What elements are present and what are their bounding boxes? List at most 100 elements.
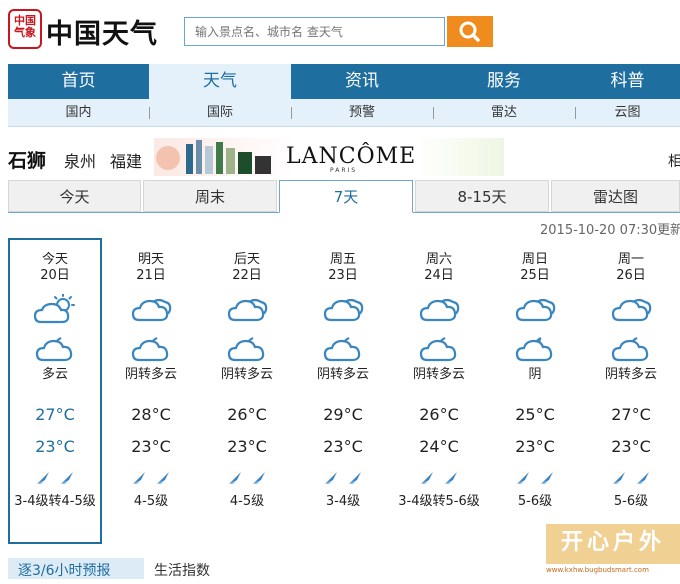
tab-life-index[interactable]: 生活指数: [154, 558, 210, 584]
temp-high: 26°C: [227, 405, 267, 424]
temp-high: 26°C: [419, 405, 459, 424]
day-name: 周五: [329, 252, 356, 267]
tab-7days[interactable]: 7天: [279, 180, 413, 213]
nav-service[interactable]: 服务: [433, 64, 575, 99]
temp-high: 29°C: [323, 405, 363, 424]
day-name: 周日: [521, 252, 548, 267]
cloudy-night-icon: [391, 326, 487, 366]
wind-direction-icon: [199, 470, 295, 488]
day-date: 21日: [136, 268, 166, 283]
tab-radar-map[interactable]: 雷达图: [551, 180, 680, 212]
weather-text: 阴转多云: [412, 367, 465, 382]
forecast-day[interactable]: 后天 22日阴转多云 26°C 23°C 4-5级: [199, 252, 295, 510]
weather-text: 阴: [528, 367, 542, 382]
cloud-icon: [391, 284, 487, 326]
tab-8-15days[interactable]: 8-15天: [415, 180, 549, 212]
overcast-night-icon: [487, 326, 583, 366]
site-logo-text[interactable]: 中国天气: [46, 12, 158, 51]
day-date: 24日: [424, 268, 454, 283]
day-name: 后天: [233, 252, 260, 267]
temp-low: 23°C: [131, 437, 171, 456]
wind-level: 5-6级: [613, 494, 649, 509]
nav-science[interactable]: 科普: [575, 64, 680, 99]
cloud-icon: [103, 284, 199, 326]
day-name: 今天: [41, 252, 68, 267]
subnav-warning[interactable]: 预警: [291, 99, 433, 127]
temp-low: 23°C: [515, 437, 555, 456]
cloud-icon: [295, 284, 391, 326]
temp-low: 24°C: [419, 437, 459, 456]
cloudy-night-icon: [7, 326, 103, 366]
tab-weekend[interactable]: 周末: [143, 180, 277, 212]
forecast-day[interactable]: 今天 20日多云 27°C 23°C 3-4级转4-5级: [7, 252, 103, 510]
temp-high: 25°C: [515, 405, 555, 424]
wind-level: 3-4级转5-6级: [398, 494, 480, 509]
logo-seal-icon[interactable]: 中国气象: [8, 9, 42, 49]
wind-direction-icon: [7, 470, 103, 488]
forecast-day[interactable]: 明天 21日阴转多云 28°C 23°C 4-5级: [103, 252, 199, 510]
day-date: 26日: [616, 268, 646, 283]
update-time: 2015-10-20 07:30更新: [540, 223, 680, 238]
day-date: 25日: [520, 268, 550, 283]
forecast-day[interactable]: 周五 23日阴转多云 29°C 23°C 3-4级: [295, 252, 391, 510]
weather-text: 阴转多云: [220, 367, 273, 382]
sub-nav: 国内 国际 预警 雷达 云图: [8, 99, 680, 127]
wind-direction-icon: [103, 470, 199, 488]
subnav-domestic[interactable]: 国内: [8, 99, 149, 127]
nav-news[interactable]: 资讯: [291, 64, 433, 99]
wind-direction-icon: [583, 470, 679, 488]
temp-low: 23°C: [611, 437, 651, 456]
city-name: 石狮: [8, 150, 47, 172]
main-nav: 首页 天气 资讯 服务 科普: [8, 64, 680, 99]
wind-direction-icon: [487, 470, 583, 488]
day-date: 20日: [40, 268, 70, 283]
weather-text: 阴转多云: [316, 367, 369, 382]
forecast-day[interactable]: 周一 26日阴转多云 27°C 23°C 5-6级: [583, 252, 679, 510]
wind-level: 5-6级: [517, 494, 553, 509]
cloudy-night-icon: [103, 326, 199, 366]
tab-today[interactable]: 今天: [8, 180, 141, 212]
ad-brand-text: LANCÔME: [286, 144, 417, 169]
day-name: 明天: [137, 252, 164, 267]
temp-high: 27°C: [611, 405, 651, 424]
day-name: 周六: [425, 252, 452, 267]
nav-home[interactable]: 首页: [8, 64, 149, 99]
subnav-international[interactable]: 国际: [149, 99, 291, 127]
subnav-cloud-map[interactable]: 云图: [575, 99, 680, 127]
location-link-fujian[interactable]: 福建: [110, 148, 142, 172]
tab-hourly-forecast[interactable]: 逐3/6小时预报: [8, 558, 144, 579]
cosmetics-product-image: [156, 140, 271, 174]
day-date: 23日: [328, 268, 358, 283]
wind-level: 4-5级: [229, 494, 265, 509]
search-input[interactable]: [184, 17, 445, 46]
location-link-quanzhou[interactable]: 泉州: [64, 148, 96, 172]
wind-direction-icon: [391, 470, 487, 488]
cloudy-night-icon: [295, 326, 391, 366]
cloud-icon: [583, 284, 679, 326]
temp-low: 23°C: [35, 437, 75, 456]
wind-level: 3-4级转4-5级: [14, 494, 96, 509]
watermark-url: www.kxhw.bugbudsmart.com: [546, 566, 649, 574]
search-button[interactable]: [447, 16, 493, 47]
weather-text: 阴转多云: [604, 367, 657, 382]
temp-low: 23°C: [323, 437, 363, 456]
cloudy-night-icon: [199, 326, 295, 366]
day-date: 22日: [232, 268, 262, 283]
temp-high: 27°C: [35, 405, 75, 424]
temp-low: 23°C: [227, 437, 267, 456]
weather-text: 阴转多云: [124, 367, 177, 382]
temp-high: 28°C: [131, 405, 171, 424]
wind-level: 3-4级: [325, 494, 361, 509]
cloudy-night-icon: [583, 326, 679, 366]
partly-sunny-icon: [7, 284, 103, 326]
related-link[interactable]: 相: [668, 151, 680, 171]
cloud-icon: [199, 284, 295, 326]
day-name: 周一: [617, 252, 644, 267]
cloud-icon: [487, 284, 583, 326]
subnav-radar[interactable]: 雷达: [433, 99, 575, 127]
wind-level: 4-5级: [133, 494, 169, 509]
forecast-day[interactable]: 周日 25日阴 25°C 23°C 5-6级: [487, 252, 583, 510]
weather-text: 多云: [41, 367, 68, 382]
forecast-day[interactable]: 周六 24日阴转多云 26°C 24°C 3-4级转5-6级: [391, 252, 487, 510]
nav-weather[interactable]: 天气: [149, 64, 291, 99]
